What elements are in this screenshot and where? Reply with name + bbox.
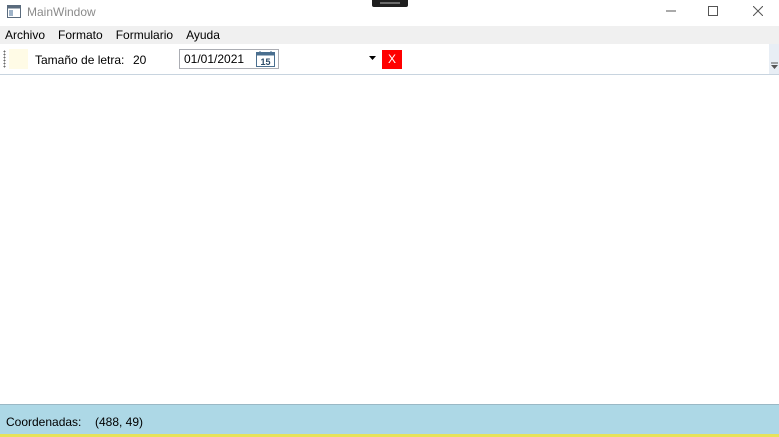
date-picker[interactable]: 01/01/2021 15 (179, 49, 279, 69)
title-bar[interactable]: MainWindow (0, 0, 779, 26)
toolbar-gripper-icon[interactable] (3, 50, 6, 68)
canvas-area[interactable] (0, 76, 779, 404)
color-swatch-button[interactable] (9, 49, 28, 69)
font-size-value[interactable]: 20 (133, 53, 146, 67)
coords-value: (488, 49) (95, 415, 144, 429)
minimize-button[interactable] (648, 0, 694, 22)
toolbar-overflow-icon[interactable] (771, 62, 778, 70)
app-window-icon (7, 5, 21, 18)
taskbar-thumbnail (372, 0, 408, 7)
calendar-day: 15 (260, 57, 270, 67)
maximize-button[interactable] (690, 0, 736, 22)
maximize-icon (708, 6, 718, 16)
close-window-button[interactable] (735, 0, 779, 22)
chevron-down-icon[interactable] (369, 55, 376, 61)
font-size-label: Tamaño de letra: (35, 53, 125, 67)
minimize-icon (666, 10, 676, 12)
coords-label: Coordenadas: (6, 415, 82, 429)
toolbar-overflow-area (769, 44, 779, 74)
clear-button[interactable]: X (382, 50, 402, 69)
menu-archivo[interactable]: Archivo (0, 26, 52, 44)
main-window: MainWindow Archivo Formato Formulario Ay… (0, 0, 779, 437)
calendar-icon[interactable]: 15 (256, 51, 275, 67)
close-icon (753, 6, 763, 16)
window-title: MainWindow (27, 5, 96, 19)
menu-ayuda[interactable]: Ayuda (180, 26, 227, 44)
date-input[interactable]: 01/01/2021 (184, 52, 244, 66)
status-bar: Coordenadas: (488, 49) (0, 404, 779, 434)
menu-formulario[interactable]: Formulario (110, 26, 180, 44)
menu-formato[interactable]: Formato (52, 26, 110, 44)
menu-bar: Archivo Formato Formulario Ayuda (0, 26, 779, 44)
